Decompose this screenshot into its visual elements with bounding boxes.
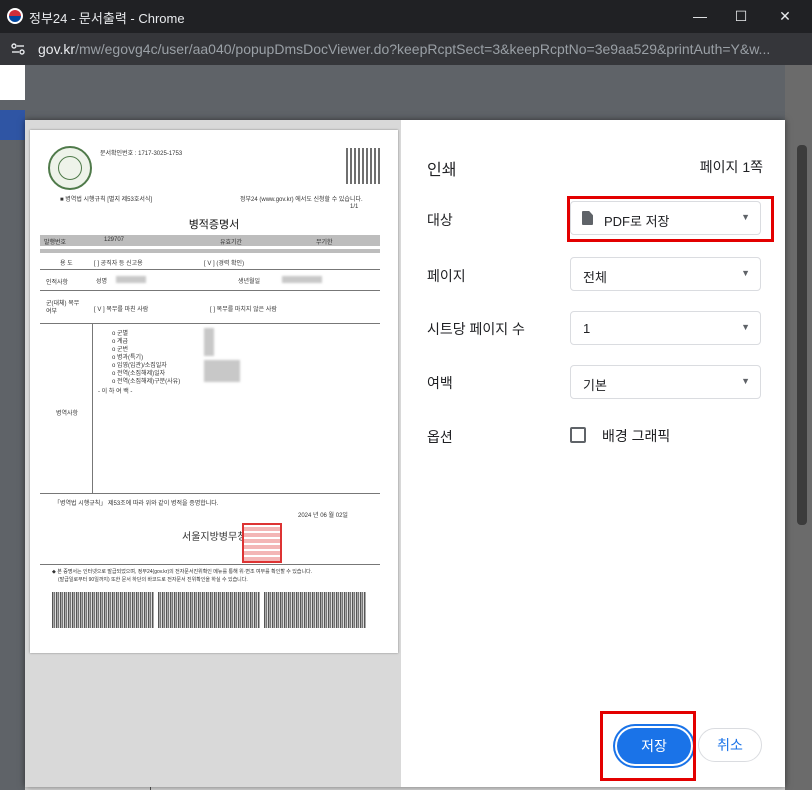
background-page: 문서확인번호 : 1717-3025-1753 ■ 병역법 시행규칙 [별지 제… [0, 65, 812, 790]
doc-confirm-number: 문서확인번호 : 1717-3025-1753 [100, 151, 183, 157]
options-label: 옵션 [427, 429, 453, 445]
maximize-button[interactable]: ☐ [729, 5, 753, 27]
pages-label: 페이지 [427, 268, 466, 284]
window-titlebar: 정부24 - 문서출력 - Chrome — ☐ ✕ [0, 0, 812, 33]
print-settings-panel: 인쇄 페이지 1쪽 대상 PDF로 저장 ▼ 페이지 전체 ▼ 시트당 페이지 … [401, 120, 785, 787]
cancel-button[interactable]: 취소 [698, 728, 762, 762]
print-dialog: 문서확인번호 : 1717-3025-1753 ■ 병역법 시행규칙 [별지 제… [25, 120, 785, 787]
source-note: 정부24 (www.gov.kr) 에서도 신청할 수 있습니다. [240, 197, 363, 203]
chevron-down-icon: ▼ [741, 376, 750, 386]
save-highlight [600, 711, 696, 781]
gov24-favicon-icon [7, 8, 23, 24]
margins-select[interactable]: 기본 ▼ [570, 365, 761, 399]
pages-per-sheet-select[interactable]: 1 ▼ [570, 311, 761, 345]
pages-select[interactable]: 전체 ▼ [570, 257, 761, 291]
chevron-down-icon: ▼ [741, 322, 750, 332]
background-graphics-label[interactable]: 배경 그래픽 [602, 426, 670, 446]
site-info-icon[interactable] [10, 41, 26, 57]
seal-icon [48, 146, 92, 190]
background-graphics-checkbox[interactable] [570, 427, 586, 443]
page-count: 페이지 1쪽 [699, 159, 763, 175]
print-heading: 인쇄 [427, 162, 457, 179]
form-note: ■ 병역법 시행규칙 [별지 제53호서식] [60, 197, 153, 203]
print-preview: 문서확인번호 : 1717-3025-1753 ■ 병역법 시행규칙 [별지 제… [25, 120, 401, 787]
destination-highlight [567, 196, 774, 242]
minimize-button[interactable]: — [688, 5, 712, 27]
barcode [264, 592, 366, 628]
preview-page: 문서확인번호 : 1717-3025-1753 ■ 병역법 시행규칙 [별지 제… [30, 130, 398, 653]
margins-label: 여백 [427, 375, 453, 391]
window-title: 정부24 - 문서출력 - Chrome [29, 11, 185, 26]
destination-label: 대상 [427, 212, 453, 228]
official-stamp [242, 523, 282, 563]
close-button[interactable]: ✕ [773, 5, 797, 27]
qr-code [346, 148, 382, 184]
address-bar[interactable]: gov.kr/mw/egovg4c/user/aa040/popupDmsDoc… [0, 33, 812, 65]
barcode [158, 592, 260, 628]
page-fraction: 1/1 [350, 204, 359, 210]
page-scrollbar[interactable] [797, 145, 807, 525]
pages-per-sheet-label: 시트당 페이지 수 [427, 321, 525, 337]
doc-title: 병적증명서 [188, 219, 240, 231]
chevron-down-icon: ▼ [741, 268, 750, 278]
barcode [52, 592, 154, 628]
url-text[interactable]: gov.kr/mw/egovg4c/user/aa040/popupDmsDoc… [38, 41, 808, 57]
